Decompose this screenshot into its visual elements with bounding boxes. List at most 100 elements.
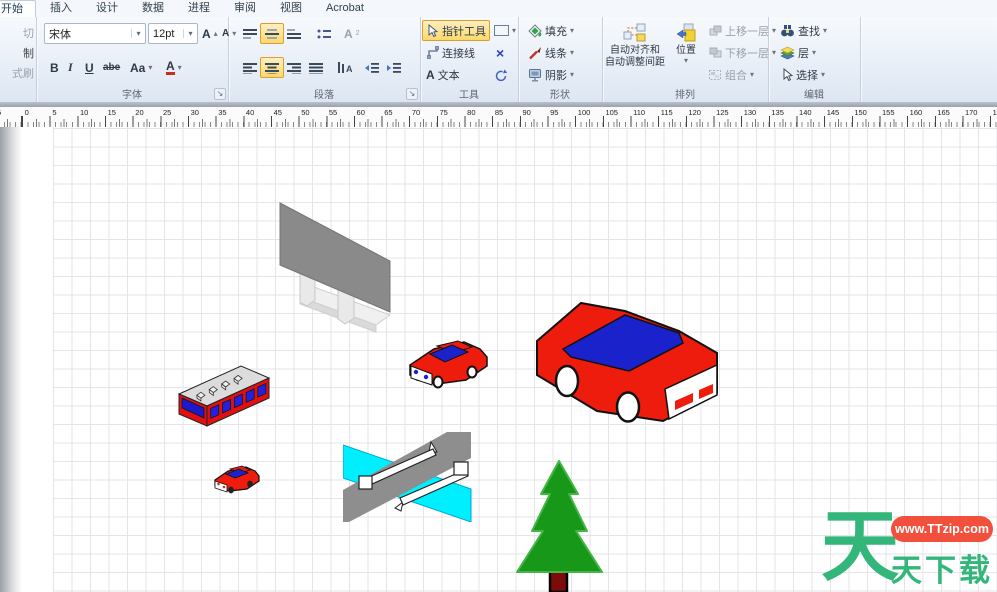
line-button[interactable]: 线条▾: [524, 42, 578, 63]
group-paragraph: A2 A 段落 ↘: [228, 17, 421, 102]
ribbon-tab[interactable]: 数据: [130, 0, 176, 16]
text-tool-button[interactable]: A 文本: [422, 64, 464, 85]
paragraph-dialog-launcher[interactable]: ↘: [406, 88, 418, 100]
rotate-tool-button[interactable]: [490, 64, 512, 85]
group-button[interactable]: 组合▾: [704, 64, 758, 85]
ruler-numbers: 5051015202530354045505560657075808590951…: [0, 108, 997, 117]
align-center-button[interactable]: [260, 57, 284, 78]
chevron-down-icon: ▾: [512, 27, 516, 35]
shapes-group-label: 形状: [518, 86, 602, 101]
group-font: 宋体▾ 12pt▾ A▴ A▾ B I U abe Aa▾ A▾ 字体 ↘: [36, 17, 229, 102]
cut-button[interactable]: 切: [0, 22, 38, 43]
format-painter-button[interactable]: 式刷: [0, 62, 38, 83]
ruler-number: 165: [935, 108, 963, 117]
position-button[interactable]: 位置 ▾: [668, 20, 704, 84]
strikethrough-button[interactable]: abe: [99, 57, 124, 78]
font-dialog-launcher[interactable]: ↘: [214, 88, 226, 100]
italic-button[interactable]: I: [64, 57, 77, 78]
ruler-number: 60: [355, 108, 383, 117]
auto-align-space-button[interactable]: 自动对齐和自动调整间距: [604, 20, 666, 84]
x-shape-tool-button[interactable]: ×: [492, 42, 508, 63]
find-binoculars-icon: [780, 24, 795, 37]
text-icon: A: [426, 68, 435, 82]
connector-tool-button[interactable]: 连接线: [422, 42, 479, 63]
underline-button[interactable]: U: [81, 57, 98, 78]
tools-group-label: 工具: [420, 86, 518, 101]
layers-icon: [780, 46, 795, 60]
align-bottom-button[interactable]: [282, 23, 306, 44]
ruler-number: 35: [216, 108, 244, 117]
font-color-button[interactable]: A▾: [162, 57, 186, 78]
text-direction-button[interactable]: A: [332, 57, 356, 78]
car-small-shape[interactable]: [213, 463, 261, 497]
car-medium-shape[interactable]: [407, 335, 491, 389]
ribbon-tab[interactable]: 进程: [176, 0, 222, 16]
group-shapes-icon: [708, 69, 722, 81]
drawing-canvas[interactable]: 天 www.TTzip.com 天下载: [0, 127, 997, 592]
ruler-number: 75: [438, 108, 466, 117]
fill-button[interactable]: 填充▾: [524, 20, 578, 41]
ruler-number: 155: [880, 108, 908, 117]
font-group-label: 字体: [36, 86, 228, 101]
align-top-button[interactable]: [238, 23, 262, 44]
align-right-button[interactable]: [282, 57, 306, 78]
ruler-number: 25: [161, 108, 189, 117]
connector-icon: [426, 46, 439, 59]
pointer-tool-button[interactable]: 指针工具: [422, 20, 490, 41]
align-left-button[interactable]: [238, 57, 262, 78]
watermark-brand-text: 天下载: [891, 545, 993, 590]
superscript-button[interactable]: A2: [340, 23, 364, 44]
page-edge-shadow: [0, 127, 22, 592]
decrease-indent-button[interactable]: [360, 57, 384, 78]
group-shapes: 填充▾ 线条▾ 阴影▾ 形状: [518, 17, 603, 102]
ribbon-tab[interactable]: 插入: [38, 0, 84, 16]
ribbon-tab[interactable]: 设计: [84, 0, 130, 16]
chevron-down-icon: ▾: [148, 64, 152, 72]
bullets-button[interactable]: [312, 23, 336, 44]
shadow-monitor-icon: [528, 68, 542, 82]
chevron-down-icon: ▾: [821, 71, 825, 79]
ruler-number: 50: [299, 108, 327, 117]
send-backward-icon: [708, 47, 722, 59]
ruler-number: 5: [0, 108, 23, 117]
increase-indent-icon: [386, 62, 402, 74]
horizontal-ruler: 5051015202530354045505560657075808590951…: [0, 107, 997, 128]
ruler-number: 105: [603, 108, 631, 117]
ribbon-tab[interactable]: Acrobat: [314, 0, 376, 16]
justify-icon: [308, 62, 324, 74]
font-size-combo[interactable]: 12pt▾: [148, 23, 198, 44]
layers-button[interactable]: 层▾: [776, 42, 820, 63]
bold-button[interactable]: B: [46, 57, 63, 78]
ribbon-tab[interactable]: 视图: [268, 0, 314, 16]
ruler-major-ticks: [0, 116, 997, 127]
shadow-button[interactable]: 阴影▾: [524, 64, 578, 85]
ruler-number: 30: [189, 108, 217, 117]
font-family-combo[interactable]: 宋体▾: [44, 23, 146, 44]
ribbon-tabs: 插入设计数据进程审阅视图Acrobat: [38, 0, 376, 16]
chevron-down-icon: ▾: [750, 71, 754, 79]
ruler-number: 10: [78, 108, 106, 117]
select-button[interactable]: 选择▾: [776, 64, 829, 85]
ruler-number: 40: [244, 108, 272, 117]
ttzip-watermark: 天 www.TTzip.com 天下载: [819, 507, 997, 592]
ruler-number: 175: [991, 108, 997, 117]
align-middle-icon: [264, 28, 280, 40]
copy-button[interactable]: 制: [0, 42, 38, 63]
text-direction-icon: A: [336, 61, 352, 74]
chevron-down-icon: ▾: [183, 29, 197, 38]
decrease-indent-icon: [364, 62, 380, 74]
align-middle-button[interactable]: [260, 23, 284, 44]
increase-indent-button[interactable]: [382, 57, 406, 78]
justify-button[interactable]: [304, 57, 328, 78]
bus-shape[interactable]: [175, 364, 271, 430]
pine-tree-shape[interactable]: [513, 459, 605, 592]
billboard-shape[interactable]: [278, 201, 394, 333]
car-large-shape[interactable]: [531, 291, 721, 425]
change-case-button[interactable]: Aa▾: [126, 57, 156, 78]
ribbon-tab[interactable]: 审阅: [222, 0, 268, 16]
road-crossing-shape[interactable]: [343, 432, 473, 522]
tab-home[interactable]: 开始: [0, 0, 36, 17]
svg-text:A: A: [346, 64, 352, 74]
rectangle-tool-button[interactable]: ▾: [490, 20, 520, 41]
find-button[interactable]: 查找▾: [776, 20, 831, 41]
